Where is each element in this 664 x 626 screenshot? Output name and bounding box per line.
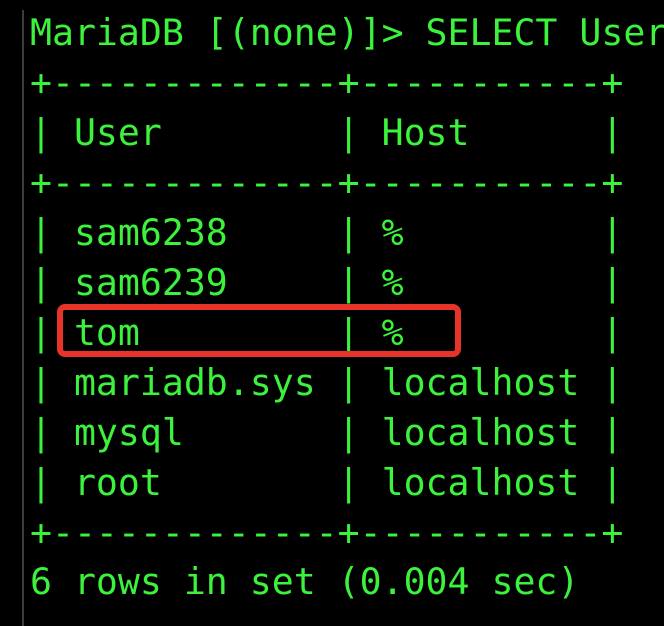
table-border-header: +-------------+-----------+ [30,161,624,204]
table-border-top: +-------------+-----------+ [30,61,624,104]
terminal-window[interactable]: MariaDB [(none)]> SELECT User +---------… [0,0,664,626]
table-row: | mariadb.sys | localhost | [30,361,624,404]
table-header-row: | User | Host | [30,111,624,154]
highlight-box-annotation [57,304,461,357]
sql-prompt-line: MariaDB [(none)]> SELECT User [30,11,664,54]
table-row: | sam6239 | % | [30,261,624,304]
cursor-edge [22,10,24,626]
table-border-bottom: +-------------+-----------+ [30,511,624,554]
result-summary: 6 rows in set (0.004 sec) [30,560,580,603]
table-row: | sam6238 | % | [30,211,624,254]
table-row: | root | localhost | [30,461,624,504]
table-row: | mysql | localhost | [30,411,624,454]
